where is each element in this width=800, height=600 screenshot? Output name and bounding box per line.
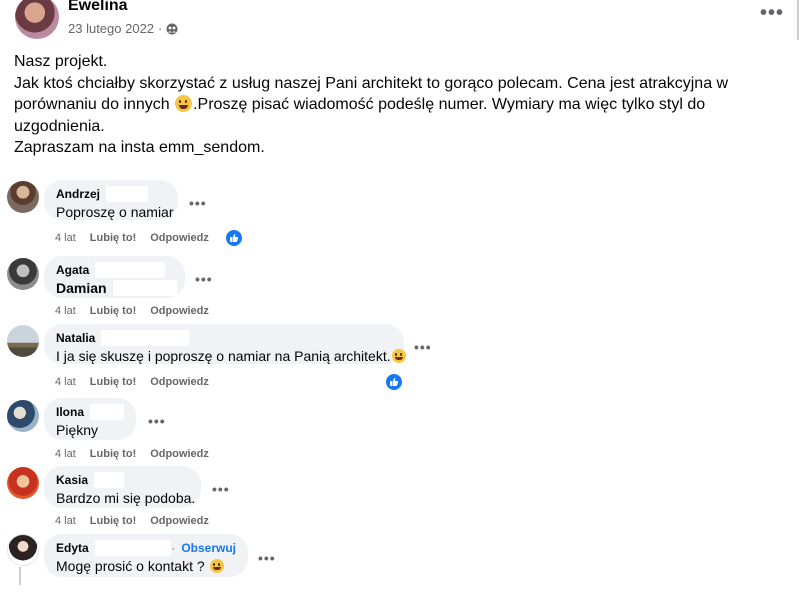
comment-more-icon[interactable]: ••• [414, 339, 432, 355]
commenter-name[interactable]: Kasia [56, 472, 189, 488]
post-line-3: porównaniu do innych .Proszę pisać wiado… [14, 94, 784, 116]
comment-age[interactable]: 4 lat [55, 376, 76, 388]
separator-dot: · [171, 541, 176, 555]
comment-text: Mogę prosić o kontakt ? [56, 557, 236, 576]
like-button[interactable]: Lubię to! [90, 376, 136, 388]
post-line-1: Nasz projekt. [14, 53, 108, 70]
comment-text: Poproszę o namiar [56, 204, 174, 220]
post-date[interactable]: 23 lutego 2022 · [68, 21, 178, 36]
comment-bubble: Edyta · Obserwuj Mogę prosić o kontakt ? [44, 534, 248, 577]
post-body: Nasz projekt. Jak ktoś chciałby skorzyst… [14, 51, 784, 159]
follow-button[interactable]: Obserwuj [181, 540, 236, 556]
post-date-text[interactable]: 23 lutego 2022 [68, 21, 154, 36]
comment-text: I ja się skuszę i poproszę o namiar na P… [56, 347, 406, 366]
like-button[interactable]: Lubię to! [90, 305, 136, 317]
scrollbar[interactable] [797, 0, 799, 40]
comment-bubble: Ilona Piękny [44, 398, 136, 440]
commenter-name[interactable]: Ilona [56, 404, 124, 420]
like-button[interactable]: Lubię to! [90, 448, 136, 460]
post-line-3-end: .Proszę pisać wiadomość podeślę numer. W… [193, 96, 706, 113]
comment-actions: 4 lat Lubię to! Odpowiedz [55, 448, 209, 460]
author-avatar[interactable] [15, 0, 59, 39]
like-reaction-icon[interactable] [226, 230, 242, 246]
reply-thread-line [19, 567, 21, 585]
comment-more-icon[interactable]: ••• [212, 481, 230, 497]
friends-icon [166, 23, 178, 34]
commenter-avatar[interactable] [7, 325, 39, 357]
comment-bubble: Kasia Bardzo mi się podoba. [44, 466, 201, 508]
commenter-avatar[interactable] [7, 467, 39, 499]
commenter-name[interactable]: Edyta · Obserwuj [56, 540, 236, 556]
post-line-3-start: porównaniu do innych [14, 96, 175, 113]
comment-bubble: Andrzej Poproszę o namiar [44, 180, 178, 220]
comment-actions: 4 lat Lubię to! Odpowiedz [55, 515, 209, 527]
reply-button[interactable]: Odpowiedz [150, 448, 209, 460]
comment-age[interactable]: 4 lat [55, 515, 76, 527]
smiling-emoji-icon [209, 559, 224, 573]
commenter-avatar[interactable] [7, 258, 39, 290]
comment-actions: 4 lat Lubię to! Odpowiedz [55, 232, 209, 244]
commenter-avatar[interactable] [7, 400, 39, 432]
separator-dot: · [158, 21, 163, 36]
comment-actions: 4 lat Lubię to! Odpowiedz [55, 305, 209, 317]
like-button[interactable]: Lubię to! [90, 232, 136, 244]
comment-bubble: Agata Damian [44, 256, 185, 298]
comment-age[interactable]: 4 lat [55, 305, 76, 317]
thumbs-up-icon [230, 234, 239, 242]
comment-more-icon[interactable]: ••• [258, 550, 276, 566]
like-reaction-icon[interactable] [386, 374, 402, 390]
commenter-name[interactable]: Agata [56, 262, 173, 278]
comment-age[interactable]: 4 lat [55, 232, 76, 244]
grinning-emoji-icon [175, 95, 193, 112]
comment-more-icon[interactable]: ••• [189, 195, 207, 211]
comment-text: Bardzo mi się podoba. [56, 490, 196, 506]
like-button[interactable]: Lubię to! [90, 515, 136, 527]
post-author-name[interactable]: Ewelina [68, 0, 128, 15]
mentioned-user-link[interactable]: Damian [56, 279, 177, 298]
post-line-5: Zapraszam na insta emm_sendom. [14, 139, 265, 156]
comment-text: Piękny [56, 422, 99, 438]
comment-more-icon[interactable]: ••• [195, 271, 213, 287]
comment-more-icon[interactable]: ••• [148, 413, 166, 429]
post-line-4: uzgodnienia. [14, 117, 105, 135]
commenter-name[interactable]: Natalia [56, 330, 392, 346]
reply-button[interactable]: Odpowiedz [150, 232, 209, 244]
commenter-avatar[interactable] [7, 534, 39, 566]
post-more-options-icon[interactable]: ••• [760, 2, 784, 25]
comment-bubble: Natalia I ja się skuszę i poproszę o nam… [44, 324, 406, 366]
post-line-2: Jak ktoś chciałby skorzystać z usług nas… [14, 74, 729, 92]
commenter-avatar[interactable] [7, 181, 39, 213]
reply-button[interactable]: Odpowiedz [150, 515, 209, 527]
comment-actions: 4 lat Lubię to! Odpowiedz [55, 376, 209, 388]
grinning-emoji-icon [391, 349, 406, 363]
reply-button[interactable]: Odpowiedz [150, 305, 209, 317]
thumbs-up-icon [390, 378, 399, 386]
reply-button[interactable]: Odpowiedz [150, 376, 209, 388]
comment-age[interactable]: 4 lat [55, 448, 76, 460]
commenter-name[interactable]: Andrzej [56, 186, 166, 202]
